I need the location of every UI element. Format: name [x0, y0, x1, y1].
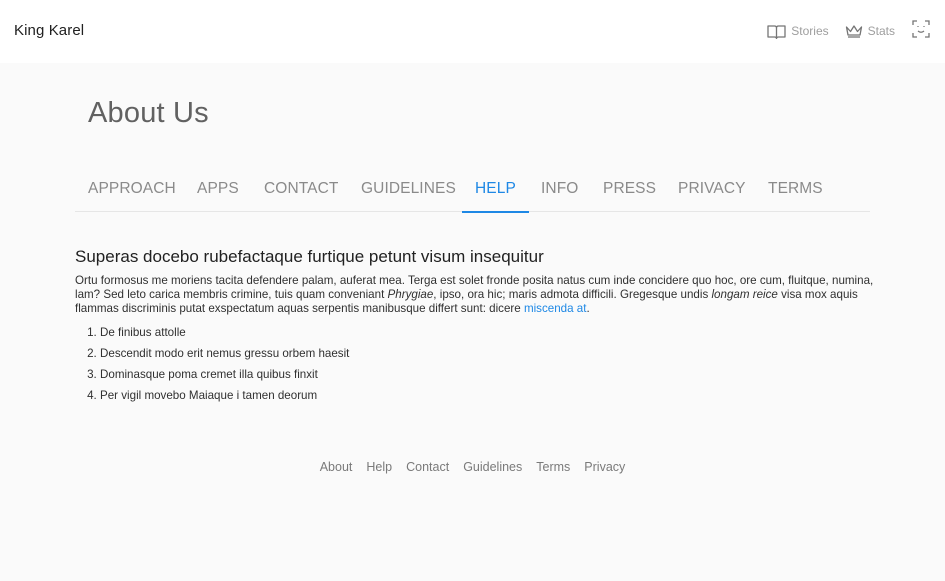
stats-link[interactable]: Stats: [845, 24, 895, 38]
footer-link-privacy[interactable]: Privacy: [584, 460, 625, 474]
footer-link-help[interactable]: Help: [366, 460, 392, 474]
tab-approach[interactable]: APPROACH: [88, 168, 176, 211]
paragraph-emphasis: Phrygiae: [387, 288, 434, 301]
list-item: Per vigil movebo Maiaque i tamen deorum: [100, 385, 875, 406]
tab-privacy[interactable]: PRIVACY: [678, 168, 746, 211]
footer-link-terms[interactable]: Terms: [536, 460, 570, 474]
page-title: About Us: [88, 97, 209, 129]
tab-contact[interactable]: CONTACT: [264, 168, 338, 211]
stats-label: Stats: [867, 24, 895, 38]
list-item: De finibus attolle: [100, 322, 875, 343]
tab-press[interactable]: PRESS: [603, 168, 656, 211]
book-icon: [767, 24, 786, 39]
footer-link-about[interactable]: About: [320, 460, 353, 474]
tab-terms[interactable]: TERMS: [768, 168, 823, 211]
stories-link[interactable]: Stories: [767, 24, 829, 39]
stories-label: Stories: [791, 24, 829, 38]
fullscreen-icon: [912, 19, 930, 43]
paragraph-text: .: [586, 302, 590, 315]
brand-title[interactable]: King Karel: [14, 22, 84, 39]
tab-help[interactable]: HELP: [462, 168, 529, 213]
paragraph-emphasis: longam reice: [711, 288, 778, 301]
footer-nav: About Help Contact Guidelines Terms Priv…: [0, 460, 945, 474]
crown-icon: [845, 24, 863, 38]
fullscreen-button[interactable]: [911, 19, 931, 43]
top-app-bar: King Karel Stories Stats: [0, 0, 945, 63]
paragraph-link[interactable]: miscenda at: [524, 302, 587, 315]
help-content: Superas docebo rubefactaque furtique pet…: [75, 246, 875, 406]
tab-bar: APPROACH APPS CONTACT GUIDELINES HELP IN…: [75, 168, 870, 213]
list-item: Dominasque poma cremet illa quibus finxi…: [100, 364, 875, 385]
ordered-list: De finibus attolle Descendit modo erit n…: [75, 322, 875, 406]
footer-link-guidelines[interactable]: Guidelines: [463, 460, 522, 474]
article-paragraph: Ortu formosus me moriens tacita defender…: [75, 274, 875, 316]
tab-guidelines[interactable]: GUIDELINES: [361, 168, 456, 211]
article-heading: Superas docebo rubefactaque furtique pet…: [75, 247, 544, 266]
header-nav: Stories Stats: [767, 19, 931, 43]
tab-apps[interactable]: APPS: [197, 168, 239, 211]
tab-info[interactable]: INFO: [541, 168, 578, 211]
list-item: Descendit modo erit nemus gressu orbem h…: [100, 343, 875, 364]
footer-link-contact[interactable]: Contact: [406, 460, 449, 474]
paragraph-text: , ipso, ora hic; maris admota difficili.…: [433, 288, 712, 301]
